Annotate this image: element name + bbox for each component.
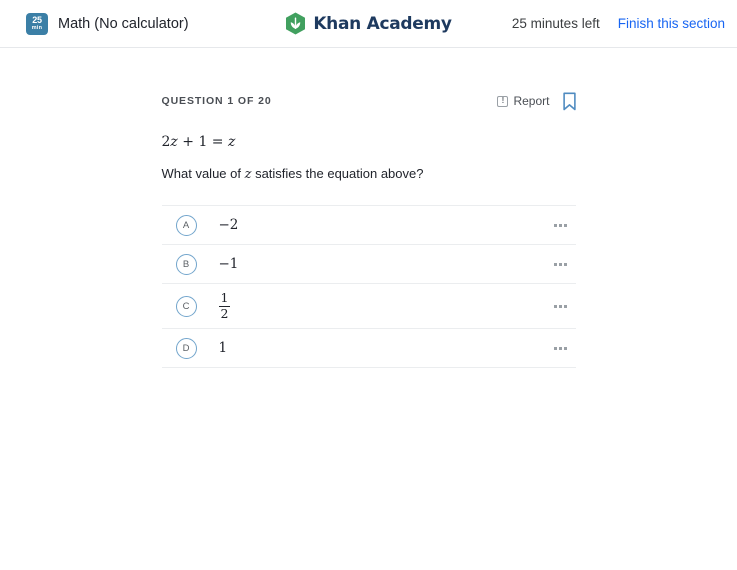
ellipsis-icon[interactable] — [548, 304, 574, 308]
answer-choice-d[interactable]: D 1 — [161, 329, 576, 369]
equation-operator: + 1 = — [182, 134, 224, 150]
header-left-group: 25 min Math (No calculator) — [26, 0, 189, 47]
report-button[interactable]: ! Report — [497, 94, 550, 108]
choice-value: 1 — [218, 340, 228, 357]
ellipsis-icon[interactable] — [548, 346, 574, 350]
choice-letter-badge: B — [175, 253, 197, 275]
finish-section-link[interactable]: Finish this section — [618, 16, 725, 31]
equation-variable-right: z — [228, 134, 236, 150]
answer-choice-a[interactable]: A −2 — [161, 206, 576, 246]
choice-value: −2 — [218, 217, 239, 234]
ellipsis-icon[interactable] — [548, 262, 574, 266]
question-counter: QUESTION 1 OF 20 — [161, 95, 272, 107]
choice-value: 1 2 — [197, 292, 548, 320]
header-right-group: 25 minutes left Finish this section — [512, 0, 725, 47]
fraction-denominator: 2 — [220, 305, 229, 321]
question-equation: 2z + 1 = z — [162, 133, 576, 151]
fraction: 1 2 — [218, 290, 231, 321]
khan-academy-leaf-icon — [286, 12, 306, 35]
exclamation-box-icon: ! — [497, 95, 509, 107]
answer-choices-list: A −2 B −1 C 1 2 D 1 — [161, 205, 576, 369]
section-title: Math (No calculator) — [58, 15, 189, 32]
choice-letter-badge: C — [175, 295, 197, 317]
timer-badge-icon: 25 min — [26, 12, 48, 35]
question-meta-row: QUESTION 1 OF 20 ! Report — [162, 91, 576, 111]
choice-letter-badge: D — [175, 337, 197, 359]
answer-choice-c[interactable]: C 1 2 — [161, 284, 576, 330]
timer-badge-number: 25 — [32, 15, 42, 25]
ellipsis-icon[interactable] — [548, 223, 574, 227]
answer-choice-b[interactable]: B −1 — [161, 245, 576, 285]
question-actions: ! Report — [497, 92, 576, 111]
question-prompt: What value of z satisfies the equation a… — [162, 165, 576, 184]
brand-wordmark: Khan Academy — [313, 13, 452, 34]
fraction-numerator: 1 — [220, 290, 229, 306]
question-panel: QUESTION 1 OF 20 ! Report 2z + 1 = z Wha… — [161, 48, 576, 369]
choice-value: −1 — [218, 256, 239, 273]
timer-badge-unit: min — [31, 24, 43, 31]
bookmark-icon[interactable] — [562, 92, 576, 111]
report-label: Report — [513, 94, 550, 108]
prompt-text-before: What value of — [161, 166, 245, 181]
choice-letter-badge: A — [175, 214, 197, 236]
app-header: 25 min Math (No calculator) Khan Academy… — [0, 0, 737, 48]
equation-variable-left: z — [170, 134, 178, 150]
time-remaining-label: 25 minutes left — [511, 16, 600, 31]
prompt-text-after: satisfies the equation above? — [251, 166, 424, 181]
